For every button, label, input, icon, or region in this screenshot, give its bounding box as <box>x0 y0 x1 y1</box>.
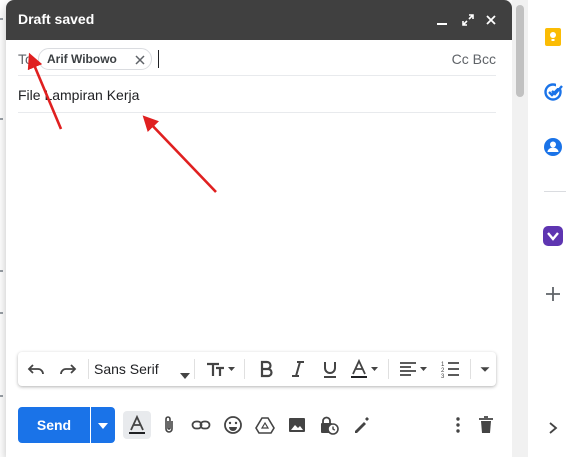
compose-title: Draft saved <box>18 11 95 27</box>
photo-icon[interactable] <box>283 411 311 439</box>
expand-icon[interactable] <box>542 417 564 439</box>
drive-icon[interactable] <box>251 411 279 439</box>
underline-icon[interactable] <box>318 357 342 381</box>
fullscreen-icon[interactable] <box>460 12 476 28</box>
text-color-icon[interactable] <box>348 357 382 381</box>
bold-icon[interactable] <box>254 357 278 381</box>
background-mark <box>0 18 3 20</box>
addon-icon[interactable] <box>542 225 564 247</box>
recipient-chip[interactable]: Arif Wibowo <box>38 48 152 70</box>
background-mark <box>0 118 3 120</box>
toolbar-divider <box>244 359 245 379</box>
to-field[interactable]: To Arif Wibowo Cc Bcc <box>18 40 496 76</box>
undo-icon[interactable] <box>24 357 48 381</box>
confidential-icon[interactable] <box>315 411 343 439</box>
send-button[interactable]: Send <box>18 407 90 443</box>
message-body[interactable] <box>18 113 496 348</box>
keep-icon[interactable] <box>542 26 564 48</box>
italic-icon[interactable] <box>286 357 310 381</box>
numbered-list-icon[interactable]: 123 <box>438 357 462 381</box>
background-mark <box>0 312 3 314</box>
font-family-label: Sans Serif <box>94 361 159 377</box>
subject-field[interactable]: File Lampiran Kerja <box>18 76 496 113</box>
chevron-down-icon <box>98 416 108 434</box>
signature-icon[interactable] <box>347 411 375 439</box>
formatting-options-icon[interactable] <box>123 411 151 439</box>
link-icon[interactable] <box>187 411 215 439</box>
compose-window: Draft saved To Arif Wibowo Cc Bcc File L… <box>6 0 512 457</box>
emoji-icon[interactable] <box>219 411 247 439</box>
redo-icon[interactable] <box>56 357 80 381</box>
minimize-icon[interactable] <box>434 12 450 28</box>
attach-icon[interactable] <box>155 411 183 439</box>
tasks-icon[interactable] <box>542 81 564 103</box>
send-label: Send <box>36 417 72 433</box>
scrollbar-thumb[interactable] <box>516 5 524 97</box>
chevron-down-icon <box>180 366 190 384</box>
remove-recipient-icon[interactable] <box>134 53 146 65</box>
toolbar-divider <box>88 359 89 379</box>
schedule-send-button[interactable] <box>91 407 115 443</box>
align-icon[interactable] <box>396 357 432 381</box>
side-panel-divider <box>544 191 566 192</box>
subject-text: File Lampiran Kerja <box>18 87 140 103</box>
contacts-icon[interactable] <box>542 136 564 158</box>
background-mark <box>0 270 3 272</box>
toolbar-divider <box>470 359 471 379</box>
toolbar-divider <box>388 359 389 379</box>
font-size-icon[interactable] <box>202 357 240 381</box>
formatting-toolbar: Sans Serif 1 2 3 <box>18 352 496 386</box>
cc-bcc-link[interactable]: Cc Bcc <box>452 51 496 67</box>
to-label: To <box>18 51 33 67</box>
recipient-name: Arif Wibowo <box>47 52 117 66</box>
font-family-select[interactable]: Sans Serif <box>94 357 190 384</box>
discard-icon[interactable] <box>472 411 500 439</box>
side-panel <box>528 0 572 457</box>
toolbar-divider <box>194 359 195 379</box>
more-options-icon[interactable] <box>444 411 472 439</box>
compose-header[interactable]: Draft saved <box>6 0 512 40</box>
svg-text:3: 3 <box>441 374 445 379</box>
screen: Draft saved To Arif Wibowo Cc Bcc File L… <box>0 0 572 457</box>
background-mark <box>0 395 3 397</box>
text-cursor <box>158 50 159 68</box>
scrollbar[interactable] <box>512 0 528 457</box>
more-formatting-icon[interactable] <box>476 357 494 381</box>
close-icon[interactable] <box>483 12 499 28</box>
add-icon[interactable] <box>542 283 564 305</box>
